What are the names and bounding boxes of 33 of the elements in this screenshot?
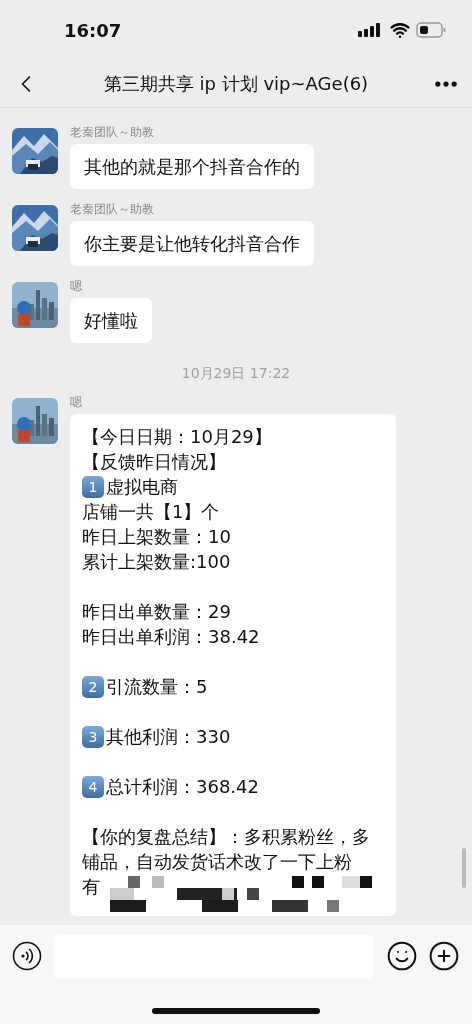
number-badge: 2: [82, 675, 104, 698]
emoji-icon[interactable]: [386, 940, 418, 972]
timestamp: 10月29日 17:22: [181, 364, 291, 383]
scrollbar: [462, 848, 466, 888]
battery-icon: [416, 22, 446, 38]
add-icon[interactable]: [428, 940, 460, 972]
message-line: 累计上架数量:100: [82, 550, 232, 574]
message-line: 昨日出单数量：29: [82, 600, 232, 624]
wifi-icon: [390, 20, 410, 40]
message-line: 【反馈昨日情况】: [82, 450, 227, 474]
message-line: 其他利润：330: [106, 725, 231, 749]
message-line: 店铺一共【1】个: [82, 500, 221, 524]
sender-name: 嗯: [70, 394, 82, 410]
number-badge: 4: [82, 775, 104, 798]
message-bubble: 你主要是让他转化抖音合作: [70, 221, 314, 266]
sender-name: 老秦团队～助教: [70, 201, 154, 217]
message-bubble: 好懂啦: [70, 298, 152, 343]
number-badge: 1: [82, 475, 104, 498]
number-badge: 3: [82, 725, 104, 748]
message-bubble: 其他的就是那个抖音合作的: [70, 144, 314, 189]
message-line: 引流数量：5: [106, 675, 208, 699]
message-line: 有: [82, 875, 100, 899]
voice-icon[interactable]: [12, 941, 42, 971]
message-line: 昨日上架数量：10: [82, 525, 232, 549]
message-line: 总计利润：368.42: [106, 775, 259, 799]
status-time: 16:07: [64, 18, 122, 43]
message-line: 【今日日期：10月29】: [82, 425, 273, 449]
message-line: 【你的复盘总结】：多积累粉丝，多铺品，自动发货话术改了一下上粉: [82, 825, 371, 874]
message-line: 昨日出单利润：38.42: [82, 625, 261, 649]
sender-name: 嗯: [70, 278, 82, 294]
sender-name: 老秦团队～助教: [70, 124, 154, 140]
chat-title: 第三期共享 ip 计划 vip~AGe(6): [103, 72, 369, 96]
message-line: 虚拟电商: [106, 475, 178, 499]
